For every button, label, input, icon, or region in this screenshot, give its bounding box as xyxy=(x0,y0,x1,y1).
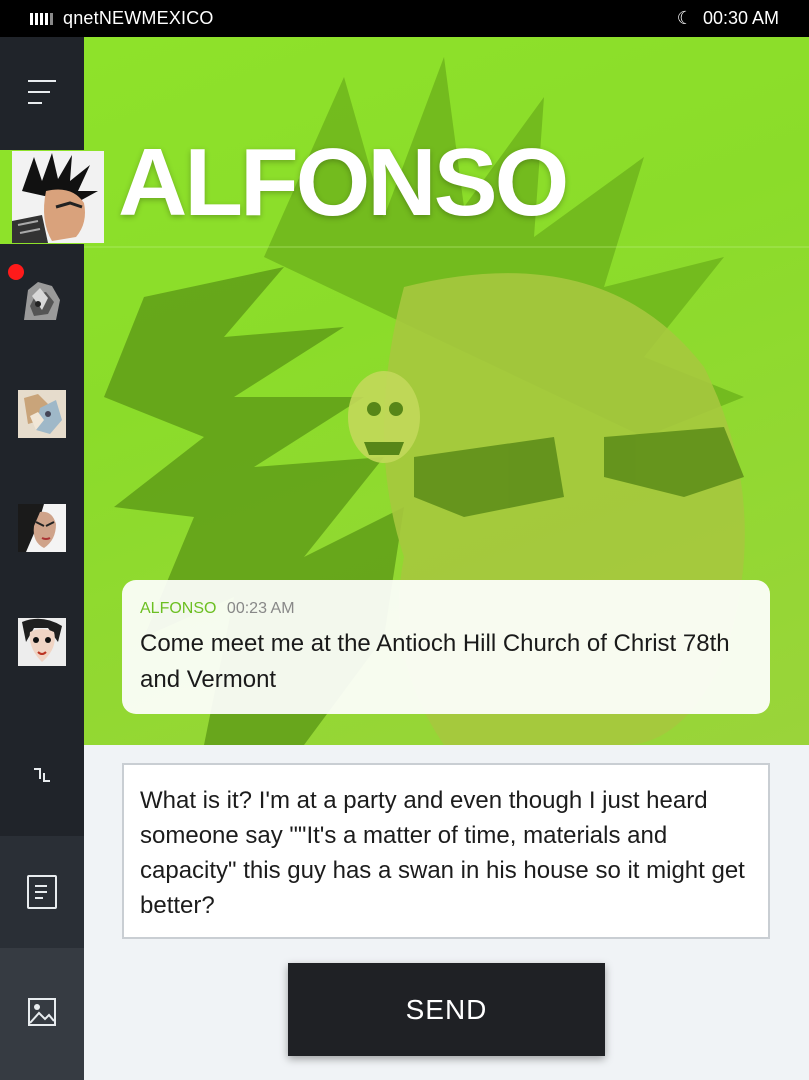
send-button[interactable]: SEND xyxy=(288,963,605,1056)
avatar xyxy=(12,151,104,243)
sidebar-contact-4[interactable] xyxy=(0,585,84,699)
image-gallery-icon xyxy=(27,997,57,1032)
incoming-message-bubble: ALFONSO 00:23 AM Come meet me at the Ant… xyxy=(122,580,770,714)
carrier-name: qnetNEWMEXICO xyxy=(63,8,214,28)
sidebar-contact-3[interactable] xyxy=(0,471,84,585)
avatar xyxy=(8,264,66,324)
collapse-button[interactable] xyxy=(0,723,84,833)
contact-name-header: ALFONSO xyxy=(118,129,569,236)
collapse-icon xyxy=(30,763,54,793)
avatar xyxy=(18,618,66,666)
sidebar-contact-1[interactable] xyxy=(0,243,84,357)
menu-button[interactable] xyxy=(0,37,84,147)
moon-icon: ☾ xyxy=(676,8,693,28)
journal-button[interactable] xyxy=(0,836,84,948)
active-contact-avatar xyxy=(0,150,104,244)
journal-icon xyxy=(27,875,57,909)
avatar xyxy=(18,504,66,552)
status-right: ☾ 00:30 AM xyxy=(677,8,779,29)
signal-bars-icon xyxy=(30,12,53,25)
message-meta: ALFONSO 00:23 AM xyxy=(140,600,752,618)
hamburger-menu-icon xyxy=(28,80,56,104)
reply-input[interactable]: What is it? I'm at a party and even thou… xyxy=(122,763,770,939)
message-sender: ALFONSO xyxy=(140,600,217,617)
avatar xyxy=(18,390,66,438)
gallery-button[interactable] xyxy=(0,948,84,1080)
sidebar-contact-2[interactable] xyxy=(0,357,84,471)
unread-badge xyxy=(8,264,24,280)
message-text: Come meet me at the Antioch Hill Church … xyxy=(140,630,730,693)
status-bar: qnetNEWMEXICO ☾ 00:30 AM xyxy=(0,0,809,37)
message-time: 00:23 AM xyxy=(226,600,295,617)
clock: 00:30 AM xyxy=(702,8,779,28)
